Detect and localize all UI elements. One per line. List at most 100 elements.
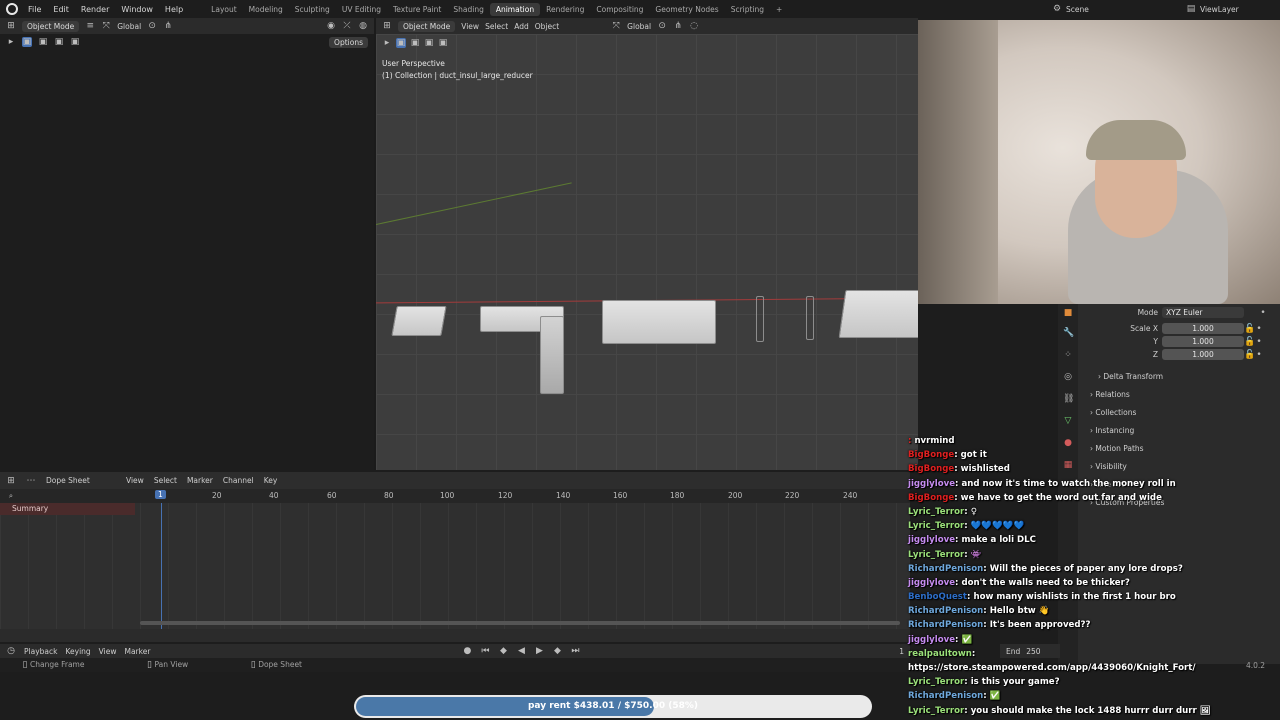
mesh-object[interactable]	[391, 306, 447, 336]
editor-type-icon[interactable]: ⊞	[6, 21, 16, 31]
timeline-marker-menu[interactable]: Marker	[124, 647, 150, 656]
mesh-object[interactable]	[540, 316, 564, 394]
tab-geometry-nodes[interactable]: Geometry Nodes	[649, 3, 724, 16]
scale-y-field[interactable]: 1.000	[1162, 336, 1244, 347]
mesh-object[interactable]	[275, 332, 305, 350]
gizmo-icon[interactable]: ⤫	[342, 21, 352, 31]
select-box-icon[interactable]: ▣	[22, 37, 32, 47]
dope-sheet-channels[interactable]: Summary	[0, 503, 910, 629]
select-invert-icon[interactable]: ▣	[438, 38, 448, 48]
next-keyframe-icon[interactable]: ◆	[552, 646, 562, 656]
pivot-icon[interactable]: ⊙	[657, 21, 667, 31]
timeline-view-menu[interactable]: View	[99, 647, 117, 656]
mesh-object[interactable]	[248, 328, 262, 344]
constraints-icon[interactable]: ⛓	[1063, 394, 1074, 404]
play-reverse-icon[interactable]: ◀	[516, 646, 526, 656]
left-mode-dropdown[interactable]: Object Mode	[22, 20, 80, 32]
ds-menu-select[interactable]: Select	[154, 476, 177, 485]
playhead-line[interactable]	[161, 503, 162, 629]
tab-rendering[interactable]: Rendering	[540, 3, 590, 16]
lock-icon[interactable]: 🔓	[1244, 337, 1255, 347]
menu-render[interactable]: Render	[75, 5, 115, 14]
scale-z-field[interactable]: 1.000	[1162, 349, 1244, 360]
left-orientation-dropdown[interactable]: Global	[117, 22, 141, 31]
menu-file[interactable]: File	[22, 5, 47, 14]
select-tool-icon[interactable]: ▸	[6, 37, 16, 47]
ds-menu-key[interactable]: Key	[264, 476, 278, 485]
particles-icon[interactable]: ⁘	[1063, 350, 1073, 360]
ds-menu-view[interactable]: View	[126, 476, 144, 485]
tab-texture-paint[interactable]: Texture Paint	[387, 3, 447, 16]
mesh-object[interactable]	[120, 319, 158, 337]
menu-help[interactable]: Help	[159, 5, 189, 14]
mesh-object[interactable]	[806, 296, 814, 340]
ds-menu-marker[interactable]: Marker	[187, 476, 213, 485]
jump-start-icon[interactable]: ⏮	[480, 646, 490, 656]
hamburger-icon[interactable]: ≡	[85, 21, 95, 31]
object-properties-icon[interactable]: ■	[1063, 308, 1073, 318]
section-relations[interactable]: › Relations	[1078, 386, 1280, 404]
mesh-object[interactable]	[58, 314, 72, 324]
summary-channel[interactable]: Summary	[0, 503, 135, 515]
tab-animation[interactable]: Animation	[489, 2, 541, 16]
mesh-object[interactable]	[838, 290, 918, 338]
select-box-icon[interactable]: ▣	[396, 38, 406, 48]
select-tool-icon[interactable]: ▸	[382, 38, 392, 48]
section-delta-transform[interactable]: › Delta Transform	[1078, 368, 1280, 386]
main-mode-dropdown[interactable]: Object Mode	[398, 20, 456, 32]
timeline-editor-icon[interactable]: ◷	[6, 646, 16, 656]
mesh-object[interactable]	[602, 300, 716, 344]
keyframe-dot-icon[interactable]: •	[1254, 350, 1264, 360]
keyframe-dot-icon[interactable]: •	[1254, 324, 1264, 334]
scale-x-field[interactable]: 1.000	[1162, 323, 1244, 334]
current-frame-field[interactable]: 1	[899, 647, 904, 656]
ds-menu-channel[interactable]: Channel	[223, 476, 254, 485]
keyframe-dot-icon[interactable]: •	[1254, 337, 1264, 347]
tab-uv-editing[interactable]: UV Editing	[336, 3, 387, 16]
blender-logo-icon[interactable]	[6, 3, 18, 15]
playback-menu[interactable]: Playback	[24, 647, 57, 656]
main-orientation-dropdown[interactable]: Global	[627, 22, 651, 31]
horizontal-scrollbar[interactable]	[140, 621, 900, 625]
frame-ruler[interactable]: ⌕ 1 20 40 60 80 100 120 140 160 180 200 …	[0, 489, 910, 503]
add-workspace-icon[interactable]: +	[770, 3, 788, 16]
lock-icon[interactable]: 🔓	[1244, 324, 1255, 334]
select-extend-icon[interactable]: ▣	[410, 38, 420, 48]
viewlayer-name[interactable]: ViewLayer	[1200, 5, 1280, 14]
menu-select[interactable]: Select	[485, 22, 508, 31]
rotation-mode-dropdown[interactable]: XYZ Euler	[1162, 307, 1244, 318]
tab-scripting[interactable]: Scripting	[725, 3, 770, 16]
select-invert-icon[interactable]: ▣	[70, 37, 80, 47]
record-icon[interactable]: ●	[462, 646, 472, 656]
keyframe-dot-icon[interactable]: •	[1258, 308, 1268, 318]
select-subtract-icon[interactable]: ▣	[54, 37, 64, 47]
menu-window[interactable]: Window	[115, 5, 159, 14]
tab-layout[interactable]: Layout	[205, 3, 243, 16]
menu-view[interactable]: View	[461, 22, 479, 31]
mesh-object[interactable]	[205, 324, 233, 346]
options-dropdown[interactable]: Options	[329, 36, 368, 48]
snap-icon[interactable]: ⋔	[163, 21, 173, 31]
mesh-object[interactable]	[317, 334, 367, 360]
scene-name[interactable]: Scene	[1066, 5, 1156, 14]
tab-shading[interactable]: Shading	[447, 3, 489, 16]
keying-menu[interactable]: Keying	[65, 647, 90, 656]
prev-keyframe-icon[interactable]: ◆	[498, 646, 508, 656]
section-collections[interactable]: › Collections	[1078, 404, 1280, 422]
menu-add[interactable]: Add	[514, 22, 529, 31]
mesh-object[interactable]	[24, 304, 48, 324]
editor-type-icon[interactable]: ⊞	[382, 21, 392, 31]
play-icon[interactable]: ▶	[534, 646, 544, 656]
visibility-icon[interactable]: ◉	[326, 21, 336, 31]
pivot-icon[interactable]: ⊙	[147, 21, 157, 31]
dope-sheet-mode-dropdown[interactable]: Dope Sheet	[46, 476, 116, 485]
data-icon[interactable]: ▽	[1063, 416, 1073, 426]
tab-sculpting[interactable]: Sculpting	[289, 3, 336, 16]
overlay-icon[interactable]: ◍	[358, 21, 368, 31]
main-3d-view[interactable]: ▸ ▣ ▣ ▣ ▣ User Perspective (1) Collectio…	[376, 34, 918, 470]
menu-object[interactable]: Object	[535, 22, 559, 31]
jump-end-icon[interactable]: ⏭	[570, 646, 580, 656]
search-icon[interactable]: ⌕	[6, 491, 16, 501]
mesh-object[interactable]	[756, 296, 764, 342]
snap-icon[interactable]: ⋔	[673, 21, 683, 31]
